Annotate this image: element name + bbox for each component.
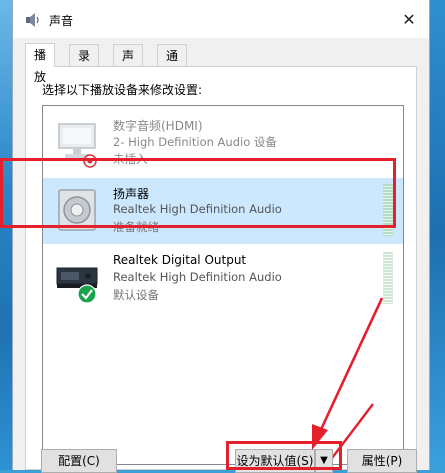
instruction-text: 选择以下播放设备来修改设置: xyxy=(42,83,203,97)
close-button[interactable]: ✕ xyxy=(389,0,429,38)
device-name: Realtek Digital Output xyxy=(113,253,247,267)
tab-communications[interactable]: 通信 xyxy=(157,44,188,85)
device-description: Realtek High Definition Audio xyxy=(113,270,282,284)
configure-button[interactable]: 配置(C) xyxy=(41,449,117,473)
tab-sounds[interactable]: 声音 xyxy=(113,44,144,85)
annotation-arrow-head xyxy=(312,297,384,450)
close-icon: ✕ xyxy=(402,9,416,29)
default-check-icon xyxy=(77,284,97,304)
tab-playback[interactable]: 播放 xyxy=(25,43,56,84)
highlight-box-speakers xyxy=(0,158,396,228)
device-description: 2- High Definition Audio 设备 xyxy=(113,135,277,149)
window-title: 声音 xyxy=(49,14,74,28)
titlebar: 声音 ✕ xyxy=(13,0,429,38)
device-name: 数字音频(HDMI) xyxy=(113,119,203,133)
tab-recording[interactable]: 录制 xyxy=(69,44,100,85)
device-status: 默认设备 xyxy=(113,288,159,302)
speaker-icon xyxy=(26,13,39,27)
